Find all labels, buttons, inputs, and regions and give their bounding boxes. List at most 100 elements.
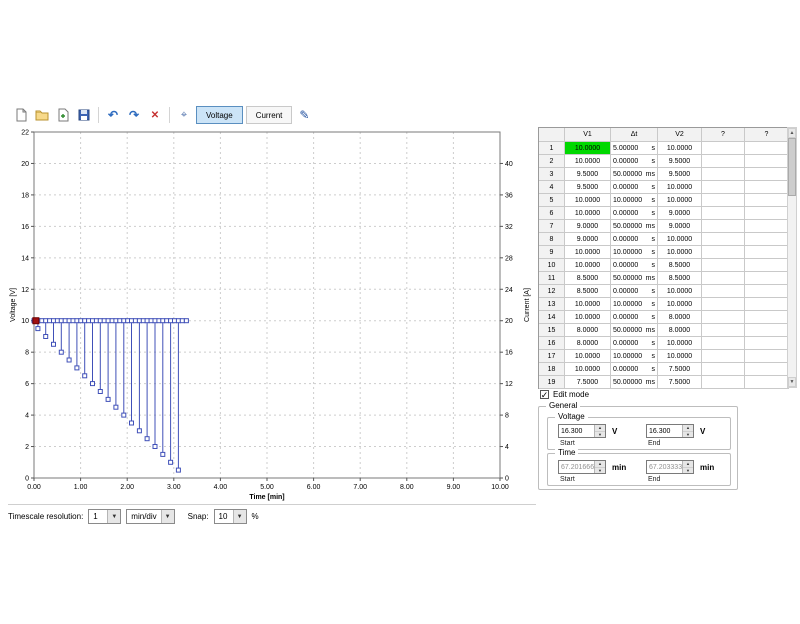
cell-q2[interactable] [745,155,789,168]
table-header[interactable]: V1 [565,128,611,142]
waveform-point[interactable] [180,319,184,323]
waveform-point[interactable] [130,421,134,425]
cell-v2[interactable]: 10.0000 [658,181,702,194]
row-number[interactable]: 18 [539,363,565,376]
row-number[interactable]: 16 [539,337,565,350]
cell-v1[interactable]: 7.5000 [565,376,611,389]
open-file-icon[interactable] [33,106,51,124]
cell-v1[interactable]: 10.0000 [565,142,611,155]
cell-dt[interactable]: 50.00000ms [611,168,658,181]
waveform-point[interactable] [133,319,137,323]
cell-q1[interactable] [702,246,745,259]
timescale-value-combo[interactable]: 1 ▼ [88,509,121,524]
cell-q2[interactable] [745,376,789,389]
cell-v1[interactable]: 10.0000 [565,363,611,376]
cell-q1[interactable] [702,324,745,337]
edit-pen-icon[interactable]: ✎ [295,106,313,124]
cell-q1[interactable] [702,142,745,155]
cell-q2[interactable] [745,272,789,285]
waveform-point[interactable] [145,319,149,323]
waveform-point[interactable] [98,390,102,394]
waveform-point[interactable] [176,319,180,323]
waveform-point[interactable] [75,366,79,370]
row-number[interactable]: 19 [539,376,565,389]
cell-v1[interactable]: 9.0000 [565,233,611,246]
cell-v2[interactable]: 9.0000 [658,207,702,220]
cell-v2[interactable]: 10.0000 [658,285,702,298]
cell-v2[interactable]: 10.0000 [658,233,702,246]
waveform-point[interactable] [169,460,173,464]
cell-v2[interactable]: 10.0000 [658,350,702,363]
table-header[interactable] [539,128,565,142]
row-number[interactable]: 11 [539,272,565,285]
cell-q1[interactable] [702,259,745,272]
cell-q2[interactable] [745,259,789,272]
row-number[interactable]: 2 [539,155,565,168]
cell-q1[interactable] [702,350,745,363]
cell-q2[interactable] [745,311,789,324]
row-number[interactable]: 15 [539,324,565,337]
cell-q1[interactable] [702,337,745,350]
cell-q1[interactable] [702,194,745,207]
cell-q2[interactable] [745,246,789,259]
cell-q2[interactable] [745,168,789,181]
waveform-point[interactable] [176,468,180,472]
cell-q2[interactable] [745,181,789,194]
cell-q1[interactable] [702,207,745,220]
cell-v2[interactable]: 7.5000 [658,363,702,376]
cell-v2[interactable]: 9.5000 [658,168,702,181]
snap-value[interactable]: 10 [215,510,233,523]
cell-dt[interactable]: 10.00000s [611,246,658,259]
row-number[interactable]: 1 [539,142,565,155]
cell-dt[interactable]: 50.00000ms [611,376,658,389]
cell-dt[interactable]: 0.00000s [611,259,658,272]
waveform-point[interactable] [157,319,161,323]
delete-icon[interactable]: ✕ [146,106,164,124]
row-number[interactable]: 13 [539,298,565,311]
timescale-unit[interactable]: min/div [127,510,160,523]
row-number[interactable]: 4 [539,181,565,194]
waveform-point[interactable] [114,405,118,409]
cell-dt[interactable]: 0.00000s [611,207,658,220]
cell-v2[interactable]: 10.0000 [658,194,702,207]
cell-dt[interactable]: 50.00000ms [611,272,658,285]
cell-v1[interactable]: 10.0000 [565,155,611,168]
waveform-point[interactable] [59,350,63,354]
cell-v2[interactable]: 9.5000 [658,155,702,168]
cell-v1[interactable]: 9.5000 [565,168,611,181]
table-scrollbar[interactable]: ▲ ▼ [787,127,797,388]
row-number[interactable]: 3 [539,168,565,181]
table-header[interactable]: ? [745,128,789,142]
cell-dt[interactable]: 5.00000s [611,142,658,155]
waveform-point[interactable] [161,452,165,456]
cell-v2[interactable]: 8.5000 [658,272,702,285]
row-number[interactable]: 17 [539,350,565,363]
cell-v1[interactable]: 9.5000 [565,181,611,194]
cell-v2[interactable]: 10.0000 [658,298,702,311]
cell-q2[interactable] [745,207,789,220]
waveform-point[interactable] [118,319,122,323]
chart-series[interactable] [32,318,188,472]
voltage-end-spinner[interactable]: 16.300 ▲ ▼ [646,424,694,438]
timescale-value[interactable]: 1 [89,510,107,523]
cell-q2[interactable] [745,324,789,337]
scrollbar-thumb[interactable] [788,138,796,196]
sequence-table[interactable]: V1ΔtV2??110.00005.00000s10.0000210.00000… [538,127,789,389]
row-number[interactable]: 5 [539,194,565,207]
cell-v1[interactable]: 10.0000 [565,194,611,207]
undo-icon[interactable]: ↶ [104,106,122,124]
cell-q1[interactable] [702,155,745,168]
cell-v1[interactable]: 10.0000 [565,259,611,272]
waveform-point[interactable] [165,319,169,323]
cell-v2[interactable]: 10.0000 [658,337,702,350]
waveform-point[interactable] [91,382,95,386]
cell-v2[interactable]: 9.0000 [658,220,702,233]
waveform-point[interactable] [137,429,141,433]
table-header[interactable]: Δt [611,128,658,142]
cell-dt[interactable]: 50.00000ms [611,324,658,337]
cell-q1[interactable] [702,363,745,376]
waveform-point[interactable] [44,335,48,339]
row-number[interactable]: 10 [539,259,565,272]
cell-q1[interactable] [702,311,745,324]
chevron-down-icon[interactable]: ▼ [233,510,246,523]
